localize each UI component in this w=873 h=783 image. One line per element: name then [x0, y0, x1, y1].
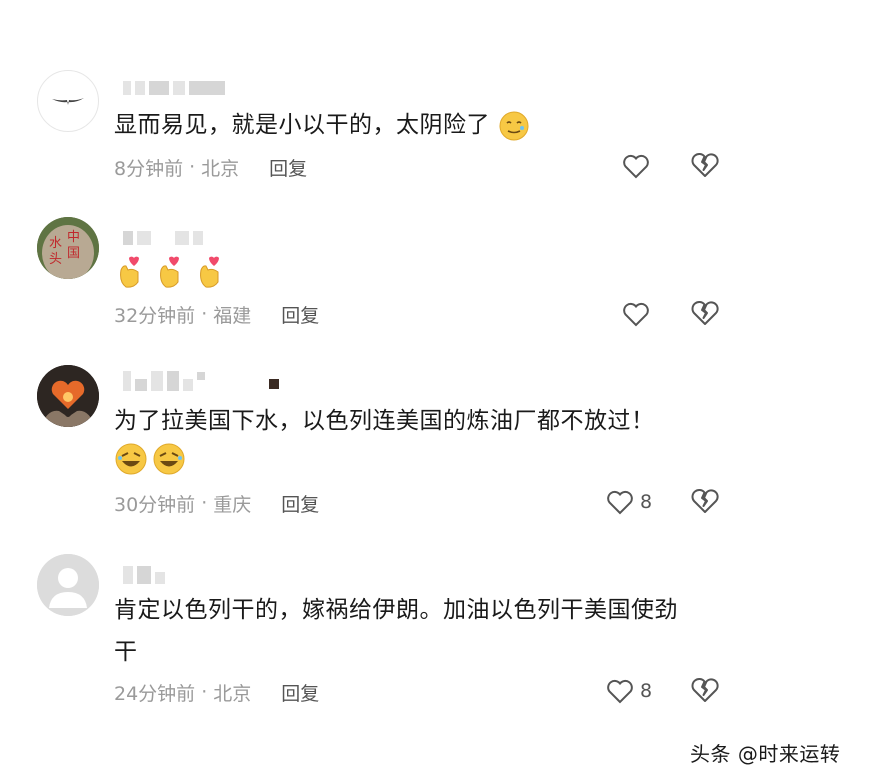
username[interactable]	[123, 371, 279, 391]
username-blur	[123, 566, 133, 584]
like-button[interactable]	[622, 151, 656, 181]
username-blur	[167, 371, 179, 391]
comment-meta: 24分钟前 · 北京 回复	[114, 678, 319, 706]
comment-text-line: 肯定以色列干的，嫁祸给伊朗。加油以色列干美国使劲	[114, 597, 678, 623]
comment-meta: 30分钟前 · 重庆 回复	[114, 489, 319, 517]
comment-meta: 32分钟前 · 福建 回复	[114, 300, 319, 328]
comment-text-content: 显而易见，就是小以干的，太阴险了	[114, 112, 490, 138]
avatar-char: 国	[67, 246, 80, 261]
broken-heart-icon	[691, 301, 719, 325]
like-button[interactable]: 8	[606, 676, 652, 706]
comment-location: 北京	[213, 682, 252, 705]
avatar[interactable]	[37, 365, 99, 427]
heart-outline-icon	[607, 679, 633, 704]
username-blur	[269, 379, 279, 389]
comment-text: 为了拉美国下水，以色列连美国的炼油厂都不放过！	[114, 403, 734, 439]
username-blur	[189, 81, 225, 95]
username-blur	[173, 81, 185, 95]
username-blur	[175, 231, 189, 245]
username[interactable]	[123, 565, 165, 585]
heart-outline-icon	[607, 490, 633, 515]
username-blur	[123, 81, 131, 95]
meta-separator: ·	[201, 303, 208, 325]
comment-text: 肯定以色列干的，嫁祸给伊朗。加油以色列干美国使劲 干	[114, 592, 734, 670]
avatar[interactable]: 中 国 水 头	[37, 217, 99, 279]
reply-button[interactable]: 回复	[281, 301, 319, 328]
comment-time: 8分钟前	[114, 157, 184, 180]
bird-icon	[52, 98, 84, 105]
heart-outline-icon	[623, 154, 649, 179]
broken-heart-icon	[691, 489, 719, 513]
avatar-char: 水	[49, 236, 62, 251]
comment-text-line: 干	[114, 639, 138, 665]
watermark: 头条 @时来运转	[690, 742, 841, 766]
like-button[interactable]: 8	[606, 487, 652, 517]
dislike-button[interactable]	[690, 487, 720, 517]
username-blur	[135, 379, 147, 391]
comment-location: 重庆	[213, 493, 252, 516]
like-count: 8	[640, 491, 653, 513]
comment-time: 30分钟前	[114, 493, 196, 516]
comment-text: 显而易见，就是小以干的，太阴险了	[114, 107, 734, 143]
username-blur	[135, 81, 145, 95]
like-button[interactable]	[622, 299, 656, 329]
comment-meta: 8分钟前 · 北京 回复	[114, 153, 307, 181]
comment-emoji-row	[114, 442, 734, 478]
username[interactable]	[123, 230, 203, 246]
avatar[interactable]	[37, 554, 99, 616]
comment-location: 北京	[201, 157, 240, 180]
broken-heart-icon	[691, 153, 719, 177]
comment-location: 福建	[213, 304, 252, 327]
dislike-button[interactable]	[690, 676, 720, 706]
avatar-char: 头	[49, 252, 62, 267]
comment-text-content: 为了拉美国下水，以色列连美国的炼油厂都不放过！	[114, 408, 655, 434]
avatar[interactable]	[37, 70, 99, 132]
username-blur	[137, 231, 151, 245]
broken-heart-icon	[691, 678, 719, 702]
smile-tear-emoji	[499, 111, 529, 140]
stone-avatar-icon: 中 国 水 头	[37, 217, 99, 279]
like-count: 8	[640, 680, 653, 702]
smile-emoji	[115, 443, 185, 475]
username-blur	[197, 372, 205, 380]
username-blur	[155, 572, 165, 584]
meta-separator: ·	[189, 156, 196, 178]
dislike-button[interactable]	[690, 299, 720, 329]
username-blur	[123, 231, 133, 245]
username-blur	[149, 81, 169, 95]
default-avatar-icon	[37, 554, 99, 616]
username-blur	[193, 231, 203, 245]
username-blur	[137, 566, 151, 584]
meta-separator: ·	[201, 681, 208, 703]
heart-outline-icon	[623, 302, 649, 327]
username-blur	[123, 371, 131, 391]
reply-button[interactable]: 回复	[269, 154, 307, 181]
reply-button[interactable]: 回复	[281, 490, 319, 517]
comment-time: 32分钟前	[114, 304, 196, 327]
comment-time: 24分钟前	[114, 682, 196, 705]
username[interactable]	[123, 80, 225, 96]
dislike-button[interactable]	[690, 151, 720, 181]
username-blur	[183, 379, 193, 391]
meta-separator: ·	[201, 492, 208, 514]
heart-hands-avatar-icon	[37, 365, 99, 427]
reply-button[interactable]: 回复	[281, 679, 319, 706]
hand-heart-emoji	[120, 256, 219, 288]
avatar-char: 中	[67, 230, 80, 245]
username-blur	[151, 371, 163, 391]
comment-emoji-row	[116, 254, 736, 290]
